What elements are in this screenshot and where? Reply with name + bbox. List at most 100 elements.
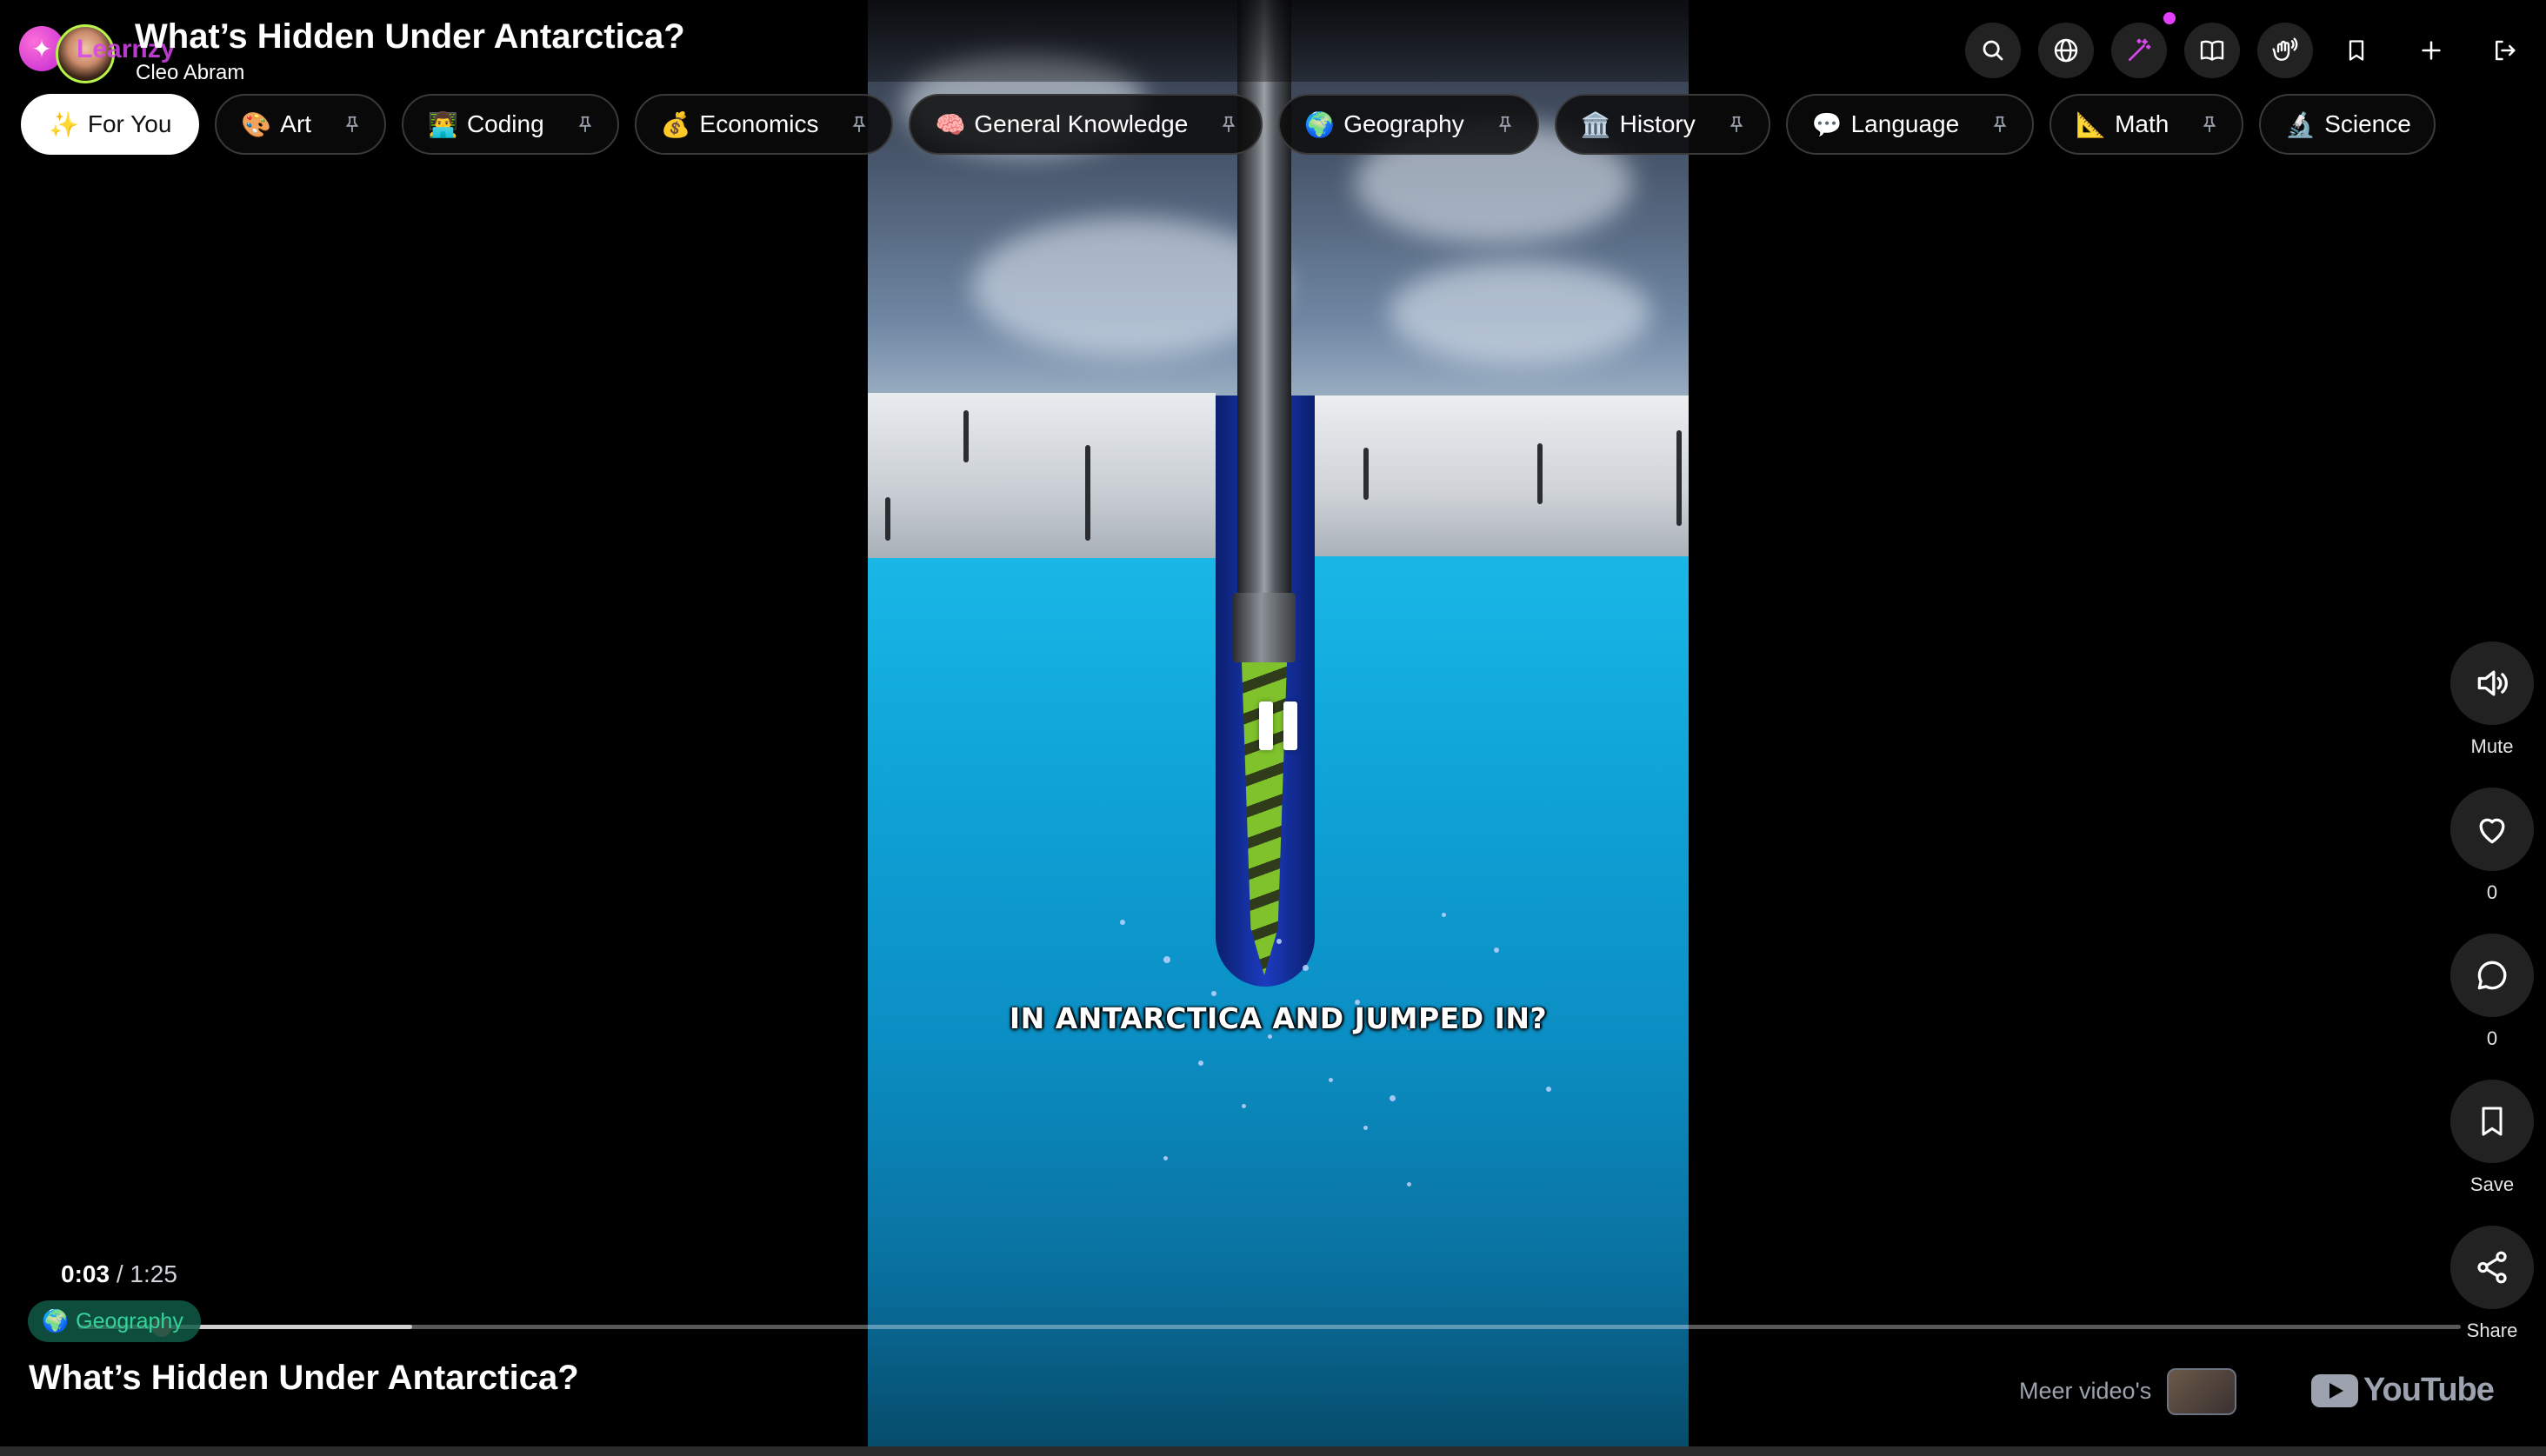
coder-icon: 👨‍💻 xyxy=(428,110,458,138)
tab-label: Math xyxy=(2115,110,2169,137)
tab-economics[interactable]: 💰 Economics xyxy=(634,94,894,155)
tab-label: Science xyxy=(2324,110,2411,137)
bottom-edge xyxy=(0,1446,2546,1456)
logout-icon xyxy=(2496,40,2516,61)
classical-building-icon: 🏛️ xyxy=(1580,110,1611,138)
tab-coding[interactable]: 👨‍💻 Coding xyxy=(402,94,619,155)
youtube-logo[interactable]: YouTube xyxy=(2311,1372,2495,1409)
bookmark-icon xyxy=(2349,40,2364,61)
ice-crack xyxy=(1085,445,1090,541)
tab-math[interactable]: 📐 Math xyxy=(2049,94,2244,155)
video-title: What’s Hidden Under Antarctica? xyxy=(135,17,685,56)
plus-icon xyxy=(2422,41,2441,60)
magic-wand-icon xyxy=(2129,38,2151,61)
ice-crack xyxy=(1363,448,1369,500)
sparkles-icon: ✨ xyxy=(49,110,79,138)
tab-label: General Knowledge xyxy=(974,110,1189,137)
language-button[interactable] xyxy=(2038,23,2094,78)
accessibility-button[interactable] xyxy=(2257,23,2313,78)
comment-icon xyxy=(2477,961,2507,990)
palette-icon: 🎨 xyxy=(241,110,272,138)
search-icon xyxy=(1983,40,2003,61)
bookmark-icon xyxy=(2482,1107,2503,1136)
drill-collar xyxy=(1233,593,1296,662)
like-button[interactable] xyxy=(2450,788,2534,871)
search-button[interactable] xyxy=(1965,23,2021,78)
pin-icon[interactable] xyxy=(1219,114,1238,135)
more-videos-thumbnail[interactable] xyxy=(2167,1368,2236,1415)
bubble xyxy=(1163,1156,1168,1160)
youtube-play-icon xyxy=(2311,1373,2358,1407)
bubble xyxy=(1303,965,1309,971)
globe-emoji-icon: 🌍 xyxy=(42,1308,70,1333)
video-title-bottom: What’s Hidden Under Antarctica? xyxy=(29,1359,579,1397)
bubble xyxy=(1390,1095,1396,1101)
ice-shelf-right xyxy=(1311,396,1689,556)
speaker-icon xyxy=(2477,670,2508,696)
ice-crack xyxy=(1676,430,1682,526)
bubble xyxy=(1546,1087,1551,1092)
channel-name[interactable]: Cleo Abram xyxy=(136,61,244,85)
pin-icon[interactable] xyxy=(1990,114,2009,135)
bookmarks-button[interactable] xyxy=(2332,26,2381,75)
ice-crack xyxy=(1537,443,1543,504)
duration: 1:25 xyxy=(130,1260,177,1287)
logout-button[interactable] xyxy=(2480,26,2529,75)
topic-label: Geography xyxy=(76,1308,183,1333)
tab-label: Economics xyxy=(699,110,819,137)
playback-time: 0:03 / 1:25 xyxy=(61,1260,177,1288)
tab-geography[interactable]: 🌍 Geography xyxy=(1278,94,1539,155)
tab-language[interactable]: 💬 Language xyxy=(1785,94,2035,155)
current-time: 0:03 xyxy=(61,1260,110,1287)
tab-label: Language xyxy=(1850,110,1960,137)
bubble xyxy=(1198,1060,1203,1066)
ai-magic-button[interactable] xyxy=(2111,23,2167,78)
money-bag-icon: 💰 xyxy=(660,110,691,138)
save-label: Save xyxy=(2469,1173,2515,1195)
pin-icon[interactable] xyxy=(1496,114,1515,135)
tab-label: Geography xyxy=(1343,110,1464,137)
mute-button[interactable] xyxy=(2450,642,2534,725)
tab-art[interactable]: 🎨 Art xyxy=(215,94,387,155)
add-button[interactable] xyxy=(2407,26,2456,75)
brain-icon: 🧠 xyxy=(935,110,966,138)
pause-button[interactable] xyxy=(1250,695,1306,756)
book-icon xyxy=(2200,40,2224,61)
pin-icon[interactable] xyxy=(850,114,869,135)
save-button[interactable] xyxy=(2450,1080,2534,1163)
bubble xyxy=(1211,991,1216,996)
bubble xyxy=(1276,939,1282,944)
bubble xyxy=(1163,956,1170,963)
notification-dot xyxy=(2163,12,2176,24)
pin-icon[interactable] xyxy=(2200,114,2219,135)
bubble xyxy=(1407,1182,1411,1187)
microscope-icon: 🔬 xyxy=(2285,110,2316,138)
speech-bubble-icon: 💬 xyxy=(1811,110,1843,138)
share-button[interactable] xyxy=(2450,1226,2534,1309)
pause-icon xyxy=(1259,701,1273,750)
time-separator: / xyxy=(110,1260,130,1287)
pin-icon[interactable] xyxy=(576,114,595,135)
tab-for-you[interactable]: ✨ For You xyxy=(21,94,200,155)
tab-label: History xyxy=(1619,110,1696,137)
comment-button[interactable] xyxy=(2450,934,2534,1017)
more-videos-link[interactable]: Meer video's xyxy=(2019,1378,2151,1405)
video-caption: IN ANTARCTICA AND JUMPED IN? xyxy=(1009,1001,1548,1035)
like-count: 0 xyxy=(2486,881,2498,903)
drill-pole xyxy=(1237,0,1291,600)
progress-bar[interactable] xyxy=(78,1325,2461,1329)
topic-badge[interactable]: 🌍 Geography xyxy=(28,1300,201,1342)
pin-icon[interactable] xyxy=(343,114,362,135)
tab-label: Coding xyxy=(466,110,544,137)
library-button[interactable] xyxy=(2184,23,2240,78)
bubble xyxy=(1120,920,1125,925)
pin-icon[interactable] xyxy=(1727,114,1746,135)
tab-science[interactable]: 🔬 Science xyxy=(2259,94,2436,155)
tab-general-knowledge[interactable]: 🧠 General Knowledge xyxy=(909,94,1263,155)
heart-icon xyxy=(2479,818,2505,844)
tab-label: Art xyxy=(280,110,312,137)
tab-history[interactable]: 🏛️ History xyxy=(1554,94,1770,155)
ice-shelf-left xyxy=(868,393,1216,558)
category-tabs: ✨ For You 🎨 Art 👨‍💻 Coding 💰 Economics 🧠… xyxy=(21,94,2436,155)
ice-crack xyxy=(963,410,969,462)
